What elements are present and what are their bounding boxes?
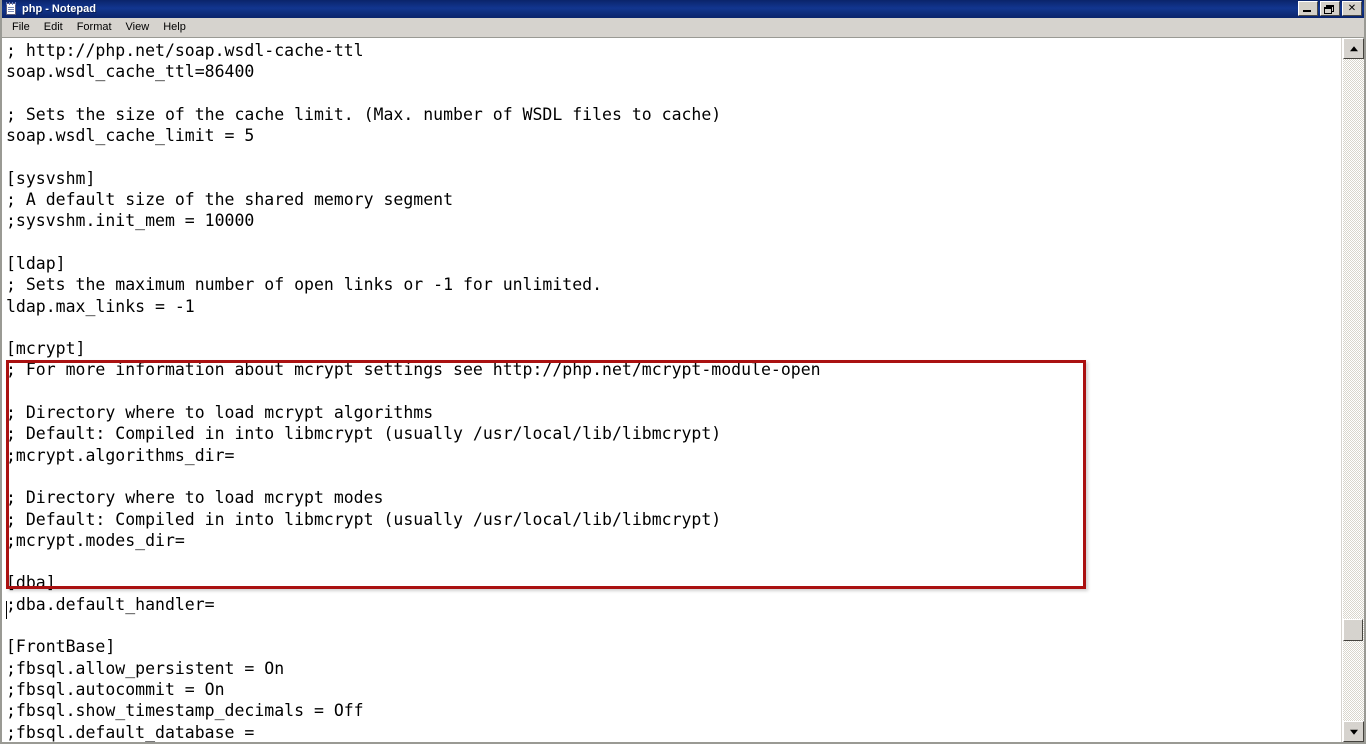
restore-button[interactable] xyxy=(1320,1,1340,16)
menu-bar: File Edit Format View Help xyxy=(2,18,1364,37)
notepad-icon xyxy=(4,2,18,16)
menu-item-format[interactable]: Format xyxy=(70,19,119,36)
scrollbar-thumb[interactable] xyxy=(1343,619,1363,641)
editor-text: ; http://php.net/soap.wsdl-cache-ttl soa… xyxy=(6,41,821,742)
vertical-scrollbar[interactable] xyxy=(1342,38,1364,742)
menu-item-edit[interactable]: Edit xyxy=(37,19,70,36)
text-caret xyxy=(6,601,7,619)
menu-item-view[interactable]: View xyxy=(119,19,157,36)
text-editor[interactable]: ; http://php.net/soap.wsdl-cache-ttl soa… xyxy=(2,38,1342,742)
scroll-up-arrow-icon xyxy=(1349,45,1358,51)
scroll-up-button[interactable] xyxy=(1343,38,1364,59)
close-icon: ✕ xyxy=(1347,2,1357,14)
menu-item-help[interactable]: Help xyxy=(156,19,193,36)
menu-item-file[interactable]: File xyxy=(5,19,37,36)
caption-buttons: ✕ xyxy=(1298,1,1362,16)
close-button[interactable]: ✕ xyxy=(1342,1,1362,16)
scrollbar-track[interactable] xyxy=(1343,59,1364,721)
scroll-down-arrow-icon xyxy=(1349,729,1358,735)
minimize-button[interactable] xyxy=(1298,1,1318,16)
client-area: ; http://php.net/soap.wsdl-cache-ttl soa… xyxy=(2,37,1364,742)
scroll-down-button[interactable] xyxy=(1343,721,1364,742)
notepad-window: php - Notepad ✕ File Edit Format View He… xyxy=(0,0,1366,744)
title-bar: php - Notepad ✕ xyxy=(2,0,1364,18)
window-title: php - Notepad xyxy=(22,3,96,15)
